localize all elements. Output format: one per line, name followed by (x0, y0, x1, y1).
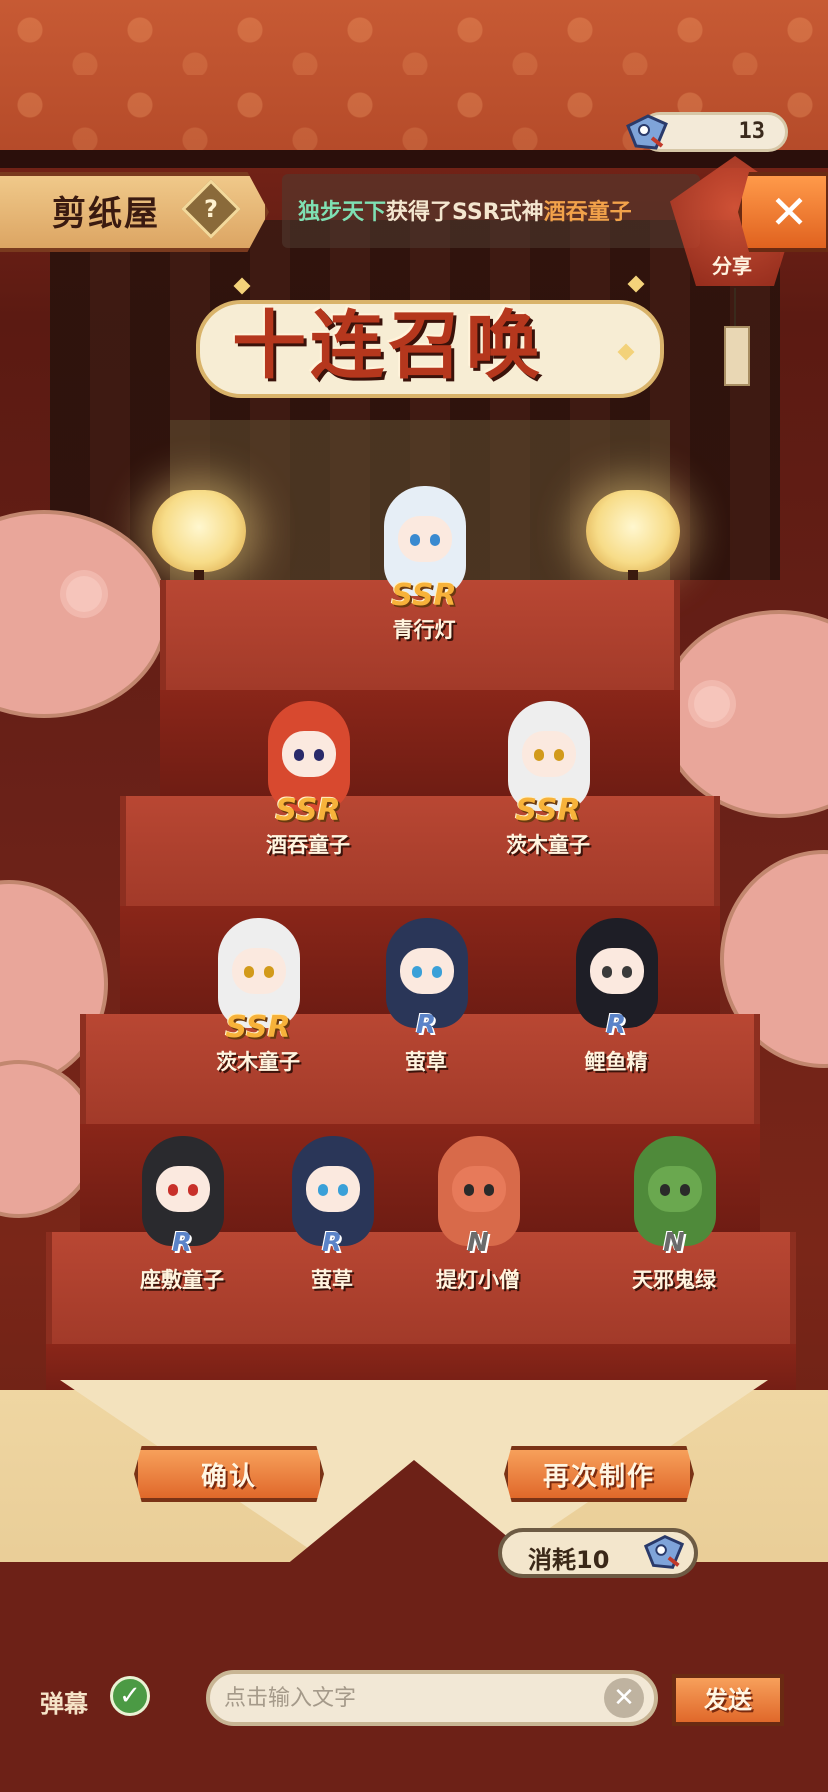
character-eye (484, 1184, 494, 1196)
paper-doll-ticket-icon (643, 1535, 685, 1569)
shrine-beam (0, 150, 828, 168)
rarity-badge: SSR (225, 1010, 291, 1045)
danmaku-toggle[interactable]: ✓ (110, 1676, 150, 1716)
confirm-button[interactable]: 确认 (134, 1446, 324, 1502)
rarity-badge: SSR (275, 793, 341, 828)
close-icon: ✕ (769, 185, 809, 239)
character-eye (168, 1184, 178, 1196)
rarity-badge: R (605, 1010, 627, 1040)
shop-title: 剪纸屋 (52, 194, 160, 234)
character-face (452, 1166, 506, 1212)
summon-again-button[interactable]: 再次制作 (504, 1446, 694, 1502)
paper-doll-ticket-icon (626, 114, 668, 150)
character-face (306, 1166, 360, 1212)
share-label[interactable]: 分享 (712, 250, 752, 279)
character-name: 提灯小僧 (436, 1268, 520, 1292)
result-card[interactable]: R 鲤鱼精 (536, 892, 696, 1082)
paper-lantern (586, 490, 680, 572)
result-card[interactable]: SSR 茨木童子 (468, 675, 628, 865)
tag-cord (734, 288, 736, 328)
character-name: 座敷童子 (140, 1268, 224, 1292)
character-eye (412, 966, 422, 978)
blossom-cloud (660, 610, 828, 818)
rarity-badge: N (467, 1228, 489, 1258)
character-eye (660, 1184, 670, 1196)
hanging-tag (724, 326, 750, 386)
cost-badge: 消耗10 (498, 1528, 698, 1578)
character-name: 酒吞童子 (266, 833, 350, 857)
rarity-badge: SSR (391, 578, 457, 613)
clear-input-button[interactable]: ✕ (604, 1678, 644, 1718)
character-eye (622, 966, 632, 978)
character-eye (430, 534, 440, 546)
result-card[interactable]: N 提灯小僧 (398, 1110, 558, 1300)
ticket-count: 13 (738, 119, 766, 144)
character-eye (188, 1184, 198, 1196)
character-face (232, 948, 286, 994)
cost-label: 消耗10 (528, 1546, 610, 1574)
character-eye (264, 966, 274, 978)
character-face (398, 516, 452, 562)
result-card[interactable]: SSR 酒吞童子 (228, 675, 388, 865)
character-eye (294, 749, 304, 761)
chat-input[interactable]: 点击输入文字 (206, 1670, 658, 1726)
character-eye (314, 749, 324, 761)
result-card[interactable]: R 座敷童子 (102, 1110, 262, 1300)
character-eye (680, 1184, 690, 1196)
character-name: 鲤鱼精 (584, 1050, 648, 1074)
rarity-badge: N (663, 1228, 685, 1258)
character-face (648, 1166, 702, 1212)
announcement-middle: 获得了SSR式神 (386, 200, 544, 225)
clear-icon: ✕ (613, 1683, 635, 1713)
character-name: 萤草 (405, 1050, 447, 1074)
announcement-player: 独步天下 (298, 200, 387, 225)
rarity-badge: R (171, 1228, 193, 1258)
question-icon: ? (204, 194, 218, 223)
banner-title: 十连召唤 (232, 303, 544, 389)
character-face (156, 1166, 210, 1212)
send-button[interactable]: 发送 (672, 1674, 784, 1726)
blossom-flower (694, 686, 730, 722)
danmaku-label: 弹幕 (40, 1690, 88, 1718)
character-name: 茨木童子 (506, 833, 590, 857)
character-face (522, 731, 576, 777)
blossom-flower (66, 576, 102, 612)
character-eye (464, 1184, 474, 1196)
character-face (282, 731, 336, 777)
rarity-badge: R (415, 1010, 437, 1040)
character-eye (410, 534, 420, 546)
rarity-badge: R (321, 1228, 343, 1258)
character-name: 天邪鬼绿 (632, 1268, 716, 1292)
character-eye (602, 966, 612, 978)
result-card[interactable]: N 天邪鬼绿 (594, 1110, 754, 1300)
character-eye (432, 966, 442, 978)
step-tier-2 (120, 796, 720, 906)
character-eye (534, 749, 544, 761)
character-eye (244, 966, 254, 978)
character-name: 青行灯 (392, 618, 456, 642)
character-face (590, 948, 644, 994)
check-icon: ✓ (119, 1681, 141, 1711)
result-card[interactable]: SSR 青行灯 (344, 460, 504, 650)
character-name: 茨木童子 (216, 1050, 300, 1074)
close-button[interactable]: ✕ (738, 172, 828, 252)
character-eye (318, 1184, 328, 1196)
character-eye (554, 749, 564, 761)
result-card[interactable]: SSR 茨木童子 (178, 892, 338, 1082)
character-eye (338, 1184, 348, 1196)
announcement-shikigami: 酒吞童子 (543, 200, 632, 225)
character-name: 萤草 (311, 1268, 353, 1292)
paper-lantern (152, 490, 246, 572)
announcement-text: 独步天下获得了SSR式神酒吞童子 (298, 194, 632, 226)
character-face (400, 948, 454, 994)
announcement-bar: 独步天下获得了SSR式神酒吞童子 (282, 174, 700, 248)
result-card[interactable]: R 萤草 (346, 892, 506, 1082)
summon-result-screen: 13 剪纸屋 ? 独步天下获得了SSR式神酒吞童子 ✕ 分享 十连召唤 SSR … (0, 0, 828, 1792)
rarity-badge: SSR (515, 793, 581, 828)
result-card[interactable]: R 萤草 (252, 1110, 412, 1300)
